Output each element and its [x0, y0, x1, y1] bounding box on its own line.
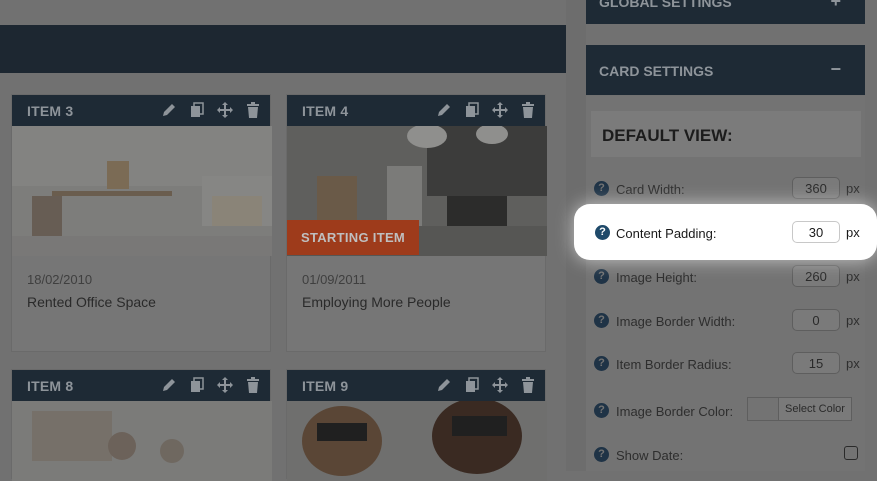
- image-border-width-row: ? Image Border Width: 0 px: [594, 309, 864, 335]
- item-border-radius-label: Item Border Radius:: [616, 357, 732, 372]
- copy-icon[interactable]: [188, 376, 206, 394]
- help-icon[interactable]: ?: [594, 269, 609, 284]
- item-border-radius-row: ? Item Border Radius: 15 px: [594, 352, 864, 378]
- copy-icon[interactable]: [463, 376, 481, 394]
- card-width-row: ? Card Width: 360 px: [594, 177, 864, 203]
- pencil-icon[interactable]: [435, 376, 453, 394]
- timeline-toolbar: [0, 25, 566, 73]
- timeline-card-item-8[interactable]: ITEM 8: [11, 369, 272, 481]
- pencil-icon[interactable]: [160, 101, 178, 119]
- help-icon[interactable]: ?: [594, 356, 609, 371]
- collapse-icon[interactable]: −: [830, 59, 841, 80]
- editor-screen: ITEM 3 18/02/2010 Rented Office Space IT…: [0, 0, 877, 481]
- image-border-width-unit: px: [846, 313, 860, 328]
- card-caption: Rented Office Space: [27, 294, 156, 310]
- card-header: ITEM 3: [12, 95, 270, 126]
- help-icon[interactable]: ?: [595, 225, 610, 240]
- help-icon[interactable]: ?: [594, 313, 609, 328]
- card-image-vr: [287, 401, 547, 481]
- item-border-radius-unit: px: [846, 356, 860, 371]
- trash-icon[interactable]: [244, 376, 262, 394]
- global-settings-label: GLOBAL SETTINGS: [599, 0, 732, 10]
- global-settings-header[interactable]: GLOBAL SETTINGS +: [586, 0, 865, 24]
- move-icon[interactable]: [491, 101, 509, 119]
- trash-icon[interactable]: [519, 376, 537, 394]
- image-height-unit: px: [846, 269, 860, 284]
- card-settings-label: CARD SETTINGS: [599, 63, 714, 79]
- card-header: ITEM 4: [287, 95, 545, 126]
- show-date-label: Show Date:: [616, 448, 684, 463]
- pencil-icon[interactable]: [160, 376, 178, 394]
- image-border-color-row: ? Image Border Color: Select Color: [594, 397, 864, 425]
- starting-item-badge: STARTING ITEM: [287, 220, 420, 255]
- image-border-color-label: Image Border Color:: [616, 404, 734, 419]
- help-icon[interactable]: ?: [594, 181, 609, 196]
- trash-icon[interactable]: [244, 101, 262, 119]
- show-date-row: ? Show Date:: [594, 443, 864, 469]
- card-title: ITEM 4: [302, 103, 349, 119]
- card-date: 01/09/2011: [302, 272, 367, 287]
- image-border-width-label: Image Border Width:: [616, 314, 736, 329]
- card-toolbar: [435, 376, 537, 394]
- default-view-heading: DEFAULT VIEW:: [591, 111, 861, 157]
- show-date-checkbox[interactable]: [844, 446, 858, 460]
- card-title: ITEM 9: [302, 378, 349, 394]
- card-header: ITEM 9: [287, 370, 545, 401]
- image-height-row: ? Image Height: 260 px: [594, 265, 864, 291]
- help-icon[interactable]: ?: [594, 447, 609, 462]
- content-padding-label: Content Padding:: [616, 226, 717, 241]
- expand-icon[interactable]: +: [830, 0, 841, 12]
- card-title: ITEM 3: [27, 103, 74, 119]
- card-image-office: [12, 126, 272, 256]
- move-icon[interactable]: [216, 376, 234, 394]
- select-color-button[interactable]: Select Color: [778, 397, 852, 421]
- trash-icon[interactable]: [519, 101, 537, 119]
- color-swatch[interactable]: [747, 397, 779, 421]
- move-icon[interactable]: [491, 376, 509, 394]
- timeline-card-item-3[interactable]: ITEM 3 18/02/2010 Rented Office Space: [11, 94, 272, 352]
- image-height-label: Image Height:: [616, 270, 697, 285]
- timeline-card-item-9[interactable]: ITEM 9: [286, 369, 547, 481]
- item-border-radius-input[interactable]: 15: [792, 352, 840, 374]
- default-view-label: DEFAULT VIEW:: [602, 126, 733, 145]
- card-settings-header[interactable]: CARD SETTINGS −: [586, 45, 865, 95]
- image-border-width-input[interactable]: 0: [792, 309, 840, 331]
- pencil-icon[interactable]: [435, 101, 453, 119]
- move-icon[interactable]: [216, 101, 234, 119]
- card-width-input[interactable]: 360: [792, 177, 840, 199]
- help-icon[interactable]: ?: [594, 403, 609, 418]
- content-padding-row: ? Content Padding: 30 px: [574, 204, 877, 260]
- image-height-input[interactable]: 260: [792, 265, 840, 287]
- card-toolbar: [160, 376, 262, 394]
- card-header: ITEM 8: [12, 370, 270, 401]
- card-toolbar: [435, 101, 537, 119]
- card-title: ITEM 8: [27, 378, 74, 394]
- content-padding-unit: px: [846, 225, 860, 240]
- timeline-card-item-4[interactable]: ITEM 4 STARTING ITEM 01/09/2011 Employin…: [286, 94, 547, 352]
- card-image-meeting: [12, 401, 272, 481]
- card-toolbar: [160, 101, 262, 119]
- content-padding-input[interactable]: 30: [792, 221, 840, 243]
- card-caption: Employing More People: [302, 294, 451, 310]
- copy-icon[interactable]: [463, 101, 481, 119]
- card-width-label: Card Width:: [616, 182, 685, 197]
- card-date: 18/02/2010: [27, 272, 93, 287]
- card-width-unit: px: [846, 181, 860, 196]
- copy-icon[interactable]: [188, 101, 206, 119]
